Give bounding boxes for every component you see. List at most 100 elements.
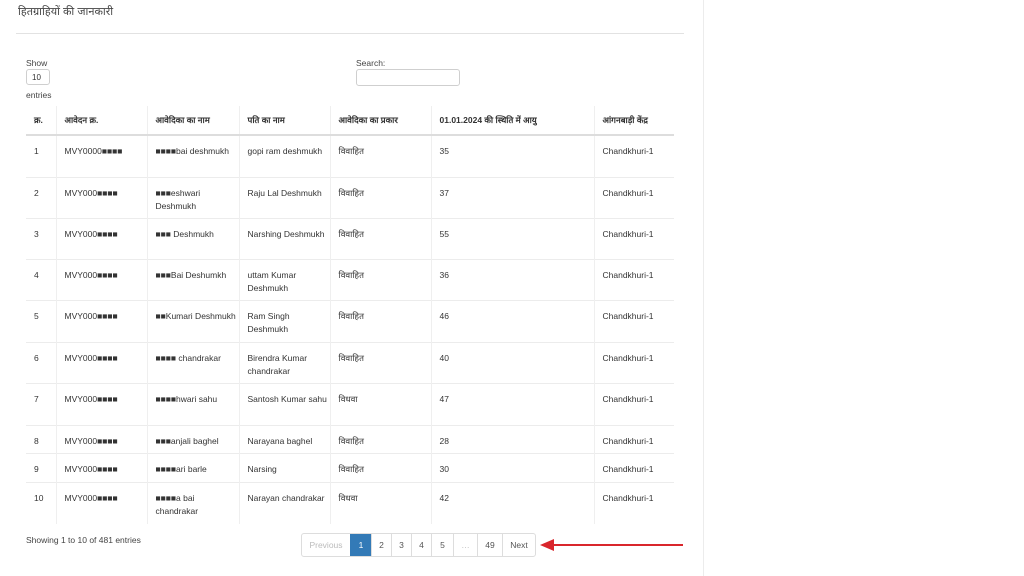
table-row: 6 MVY000■■■■ ■■■■ chandrakar Birendra Ku… bbox=[26, 341, 674, 383]
previous-page-button[interactable]: Previous bbox=[302, 534, 350, 556]
page-button-5[interactable]: 5 bbox=[431, 534, 453, 556]
table-header-row: क्र. आवेदन क्र. आवेदिका का नाम पति का ना… bbox=[26, 106, 674, 136]
pointer-arrow-icon bbox=[540, 539, 683, 551]
cell-applicant-type: विवाहित bbox=[330, 176, 432, 218]
cell-husband-name: Narshing Deshmukh bbox=[239, 217, 331, 259]
cell-applicant-name: ■■■■a bai chandrakar bbox=[147, 481, 240, 524]
cell-serial: 9 bbox=[26, 452, 57, 482]
page-button-2[interactable]: 2 bbox=[371, 534, 391, 556]
cell-applicant-name: ■■■■bai deshmukh bbox=[147, 134, 240, 177]
cell-husband-name: Narayana baghel bbox=[239, 424, 331, 453]
cell-applicant-type: विवाहित bbox=[330, 452, 432, 482]
page-button-3[interactable]: 3 bbox=[391, 534, 411, 556]
cell-age: 28 bbox=[431, 424, 595, 453]
next-page-button[interactable]: Next bbox=[502, 534, 535, 556]
column-header-serial[interactable]: क्र. bbox=[26, 106, 57, 136]
cell-anganwadi-center: Chandkhuri-1 bbox=[594, 217, 674, 259]
cell-applicant-type: विवाहित bbox=[330, 258, 432, 300]
table-row: 5 MVY000■■■■ ■■Kumari Deshmukh Ram Singh… bbox=[26, 299, 674, 342]
cell-husband-name: Narayan chandrakar bbox=[239, 481, 331, 524]
cell-age: 40 bbox=[431, 341, 595, 383]
cell-husband-name: gopi ram deshmukh bbox=[239, 134, 331, 177]
cell-application-no: MVY000■■■■ bbox=[56, 258, 148, 300]
show-label: Show bbox=[26, 58, 48, 68]
cell-anganwadi-center: Chandkhuri-1 bbox=[594, 382, 674, 425]
table-row: 1 MVY0000■■■■ ■■■■bai deshmukh gopi ram … bbox=[26, 134, 674, 177]
cell-husband-name: Ram Singh Deshmukh bbox=[239, 299, 331, 342]
cell-applicant-name: ■■■eshwari Deshmukh bbox=[147, 176, 240, 218]
cell-application-no: MVY0000■■■■ bbox=[56, 134, 148, 177]
cell-serial: 8 bbox=[26, 424, 57, 453]
page-button-1[interactable]: 1 bbox=[350, 534, 371, 556]
cell-applicant-name: ■■■anjali baghel bbox=[147, 424, 240, 453]
cell-husband-name: Birendra Kumar chandrakar bbox=[239, 341, 331, 383]
page-button-4[interactable]: 4 bbox=[411, 534, 431, 556]
cell-applicant-name: ■■■■ chandrakar bbox=[147, 341, 240, 383]
column-header-application-no[interactable]: आवेदन क्र. bbox=[56, 106, 148, 136]
table-row: 2 MVY000■■■■ ■■■eshwari Deshmukh Raju La… bbox=[26, 176, 674, 218]
column-header-anganwadi-center[interactable]: आंगनबाड़ी केंद्र bbox=[594, 106, 674, 136]
cell-age: 35 bbox=[431, 134, 595, 177]
cell-applicant-name: ■■■■ari barle bbox=[147, 452, 240, 482]
cell-age: 46 bbox=[431, 299, 595, 342]
right-divider bbox=[703, 0, 704, 576]
cell-serial: 2 bbox=[26, 176, 57, 218]
cell-applicant-type: विवाहित bbox=[330, 341, 432, 383]
cell-age: 47 bbox=[431, 382, 595, 425]
page-ellipsis: … bbox=[453, 534, 477, 556]
cell-serial: 4 bbox=[26, 258, 57, 300]
cell-serial: 1 bbox=[26, 134, 57, 177]
search-input[interactable] bbox=[356, 69, 460, 86]
cell-application-no: MVY000■■■■ bbox=[56, 341, 148, 383]
table-row: 4 MVY000■■■■ ■■■Bai Deshumkh uttam Kumar… bbox=[26, 258, 674, 300]
search-label: Search: bbox=[356, 58, 386, 68]
table-row: 3 MVY000■■■■ ■■■ Deshmukh Narshing Deshm… bbox=[26, 217, 674, 259]
column-header-age[interactable]: 01.01.2024 की स्थिति में आयु bbox=[431, 106, 595, 136]
cell-anganwadi-center: Chandkhuri-1 bbox=[594, 299, 674, 342]
beneficiary-table: क्र. आवेदन क्र. आवेदिका का नाम पति का ना… bbox=[26, 106, 674, 524]
column-header-husband-name[interactable]: पति का नाम bbox=[239, 106, 331, 136]
cell-application-no: MVY000■■■■ bbox=[56, 176, 148, 218]
cell-applicant-type: विधवा bbox=[330, 481, 432, 524]
cell-anganwadi-center: Chandkhuri-1 bbox=[594, 258, 674, 300]
cell-applicant-type: विवाहित bbox=[330, 217, 432, 259]
column-header-applicant-name[interactable]: आवेदिका का नाम bbox=[147, 106, 240, 136]
table-row: 9 MVY000■■■■ ■■■■ari barle Narsing विवाह… bbox=[26, 452, 674, 482]
cell-serial: 7 bbox=[26, 382, 57, 425]
cell-anganwadi-center: Chandkhuri-1 bbox=[594, 424, 674, 453]
column-header-applicant-type[interactable]: आवेदिका का प्रकार bbox=[330, 106, 432, 136]
cell-anganwadi-center: Chandkhuri-1 bbox=[594, 452, 674, 482]
cell-applicant-type: विवाहित bbox=[330, 134, 432, 177]
entries-label: entries bbox=[26, 90, 52, 100]
cell-application-no: MVY000■■■■ bbox=[56, 382, 148, 425]
pagination: Previous 1 2 3 4 5 … 49 Next bbox=[301, 533, 536, 557]
cell-serial: 6 bbox=[26, 341, 57, 383]
cell-anganwadi-center: Chandkhuri-1 bbox=[594, 481, 674, 524]
cell-applicant-name: ■■■Bai Deshumkh bbox=[147, 258, 240, 300]
panel-title: हितग्राहियों की जानकारी bbox=[18, 6, 114, 18]
cell-applicant-name: ■■■■hwari sahu bbox=[147, 382, 240, 425]
cell-serial: 3 bbox=[26, 217, 57, 259]
page-length-select[interactable]: 10 bbox=[26, 69, 50, 85]
cell-husband-name: Santosh Kumar sahu bbox=[239, 382, 331, 425]
cell-age: 55 bbox=[431, 217, 595, 259]
cell-anganwadi-center: Chandkhuri-1 bbox=[594, 176, 674, 218]
cell-application-no: MVY000■■■■ bbox=[56, 424, 148, 453]
cell-serial: 5 bbox=[26, 299, 57, 342]
cell-age: 36 bbox=[431, 258, 595, 300]
cell-applicant-name: ■■Kumari Deshmukh bbox=[147, 299, 240, 342]
cell-applicant-name: ■■■ Deshmukh bbox=[147, 217, 240, 259]
cell-age: 37 bbox=[431, 176, 595, 218]
cell-applicant-type: विवाहित bbox=[330, 299, 432, 342]
cell-application-no: MVY000■■■■ bbox=[56, 217, 148, 259]
arrow-head bbox=[540, 539, 554, 551]
cell-application-no: MVY000■■■■ bbox=[56, 299, 148, 342]
table-info-text: Showing 1 to 10 of 481 entries bbox=[26, 535, 141, 545]
page-button-49[interactable]: 49 bbox=[477, 534, 502, 556]
cell-applicant-type: विधवा bbox=[330, 382, 432, 425]
cell-serial: 10 bbox=[26, 481, 57, 524]
page: हितग्राहियों की जानकारी Show 10 entries … bbox=[0, 0, 1024, 576]
cell-age: 30 bbox=[431, 452, 595, 482]
cell-age: 42 bbox=[431, 481, 595, 524]
table-row: 10 MVY000■■■■ ■■■■a bai chandrakar Naray… bbox=[26, 481, 674, 524]
